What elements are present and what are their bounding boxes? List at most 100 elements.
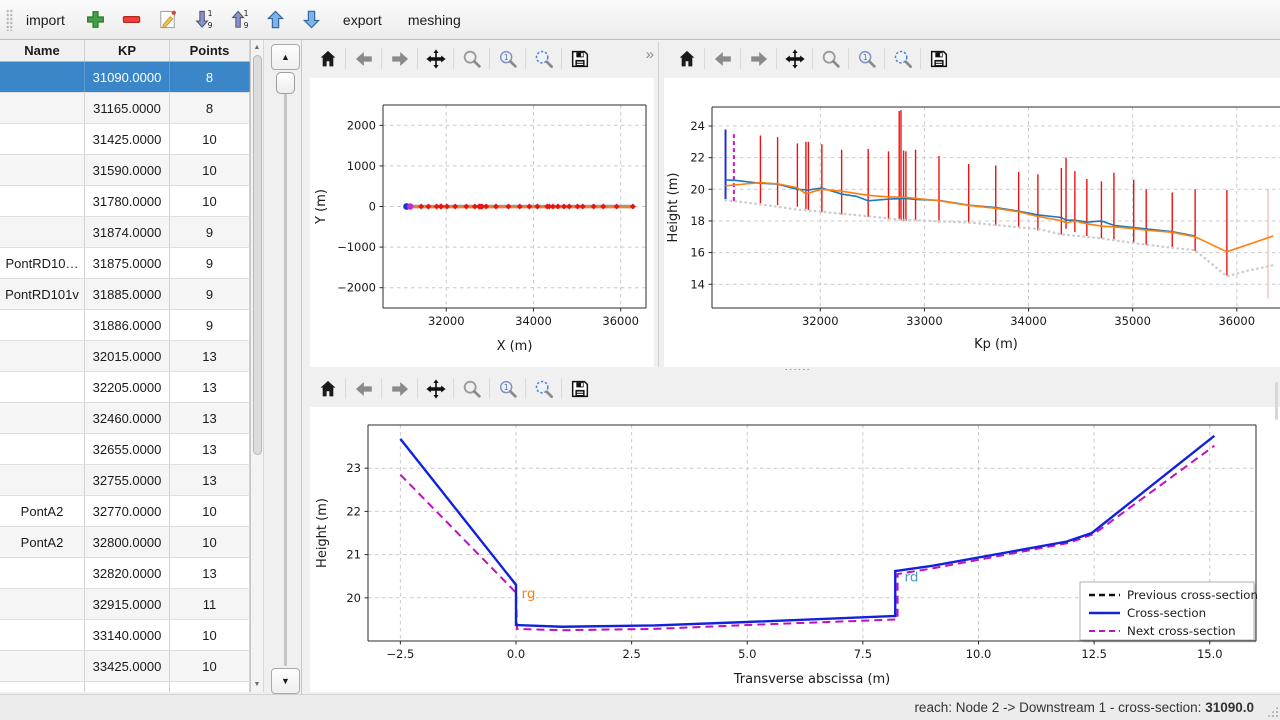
toolbar-drag-handle[interactable] bbox=[6, 9, 13, 31]
y-axis-label: Height (m) bbox=[315, 498, 330, 568]
remove-button[interactable] bbox=[120, 8, 144, 32]
table-row[interactable]: 32205.000013 bbox=[0, 372, 250, 403]
table-row[interactable]: 33685.000010 bbox=[0, 682, 250, 692]
table-row[interactable]: 31886.00009 bbox=[0, 310, 250, 341]
y-tick-label: 22 bbox=[346, 504, 361, 518]
right-edge-scrollbar[interactable] bbox=[1275, 382, 1278, 420]
mpl-zoom-sel-button[interactable]: 1 bbox=[853, 45, 880, 73]
mpl-back-button[interactable] bbox=[350, 45, 377, 73]
zoom-sel-icon: 1 bbox=[856, 48, 878, 70]
mpl-zoom-button[interactable] bbox=[458, 375, 485, 403]
table-scrollbar[interactable]: ▲ ▼ bbox=[251, 40, 264, 692]
table-row[interactable]: 32015.000013 bbox=[0, 341, 250, 372]
zoom-icon bbox=[820, 48, 842, 70]
mpl-pan-button[interactable] bbox=[422, 375, 449, 403]
column-header-name[interactable]: Name bbox=[0, 40, 85, 61]
mpl-zoom-sel-button[interactable]: 1 bbox=[494, 375, 521, 403]
toolbar-separator bbox=[561, 378, 562, 399]
scrollbar-up-icon[interactable]: ▲ bbox=[251, 41, 263, 54]
table-row[interactable]: PontRD10…31875.00009 bbox=[0, 248, 250, 279]
table-row[interactable]: 32655.000013 bbox=[0, 434, 250, 465]
mpl-zoom-auto-button[interactable] bbox=[530, 45, 557, 73]
table-row[interactable]: 31165.00008 bbox=[0, 93, 250, 124]
mpl-zoom-button[interactable] bbox=[458, 45, 485, 73]
table-row[interactable]: 31590.000010 bbox=[0, 155, 250, 186]
mpl-zoom-button[interactable] bbox=[817, 45, 844, 73]
plan-view-canvas[interactable]: 320003400036000−2000−1000010002000X (m)Y… bbox=[310, 78, 654, 368]
meshing-button[interactable]: meshing bbox=[401, 8, 468, 32]
edit-icon bbox=[156, 8, 179, 31]
add-button[interactable] bbox=[84, 8, 108, 32]
mpl-zoom-auto-button[interactable] bbox=[889, 45, 916, 73]
section-previous-button[interactable]: ▲ bbox=[271, 44, 300, 70]
horizontal-splitter[interactable] bbox=[302, 367, 1280, 371]
column-header-points[interactable]: Points bbox=[170, 40, 250, 61]
mpl-back-button[interactable] bbox=[350, 375, 377, 403]
table-row[interactable]: 32755.000013 bbox=[0, 465, 250, 496]
cell-kp: 33685.0000 bbox=[85, 682, 170, 692]
y-tick-label: −1000 bbox=[337, 240, 376, 254]
cell-kp: 32800.0000 bbox=[85, 527, 170, 557]
mpl-zoom-auto-button[interactable] bbox=[530, 375, 557, 403]
edit-button[interactable] bbox=[156, 8, 180, 32]
cell-kp: 31874.0000 bbox=[85, 217, 170, 247]
cell-name bbox=[0, 372, 85, 402]
table-row[interactable]: 32915.000011 bbox=[0, 589, 250, 620]
cross-section-canvas[interactable]: rgrd−2.50.02.55.07.510.012.515.020212223… bbox=[310, 407, 1280, 692]
column-header-kp[interactable]: KP bbox=[85, 40, 170, 61]
toolbar-overflow-button[interactable]: » bbox=[646, 46, 654, 63]
longitudinal-canvas[interactable]: 3200033000340003500036000141618202224Kp … bbox=[664, 78, 1280, 368]
import-button[interactable]: import bbox=[19, 8, 72, 32]
cell-points: 9 bbox=[170, 248, 250, 278]
mpl-home-button[interactable] bbox=[314, 45, 341, 73]
move-down-button[interactable] bbox=[300, 8, 324, 32]
scrollbar-down-icon[interactable]: ▼ bbox=[251, 678, 263, 691]
sort-desc-button[interactable]: 19 bbox=[192, 8, 216, 32]
mpl-forward-button[interactable] bbox=[745, 45, 772, 73]
cell-kp: 31590.0000 bbox=[85, 155, 170, 185]
table-row[interactable]: 31090.00008 bbox=[0, 62, 250, 93]
export-button[interactable]: export bbox=[336, 8, 389, 32]
table-row[interactable]: 33425.000010 bbox=[0, 651, 250, 682]
move-up-button[interactable] bbox=[264, 8, 288, 32]
x-tick-label: 33000 bbox=[906, 314, 943, 328]
table-row[interactable]: 31425.000010 bbox=[0, 124, 250, 155]
x-tick-label: 5.0 bbox=[738, 647, 756, 661]
mpl-home-button[interactable] bbox=[673, 45, 700, 73]
cell-name: PontA2 bbox=[0, 527, 85, 557]
section-slider-handle[interactable] bbox=[276, 72, 295, 94]
mpl-toolbar-cross: 1 bbox=[302, 371, 1280, 406]
mpl-back-button[interactable] bbox=[709, 45, 736, 73]
table-row[interactable]: PontA232800.000010 bbox=[0, 527, 250, 558]
mpl-forward-button[interactable] bbox=[386, 45, 413, 73]
cell-name bbox=[0, 341, 85, 371]
table-row[interactable]: 32820.000013 bbox=[0, 558, 250, 589]
save-icon bbox=[569, 378, 591, 400]
cell-points: 11 bbox=[170, 589, 250, 619]
table-row[interactable]: 33140.000010 bbox=[0, 620, 250, 651]
table-row[interactable]: 32460.000013 bbox=[0, 403, 250, 434]
table-scrollbar-thumb[interactable] bbox=[253, 55, 262, 455]
mpl-zoom-sel-button[interactable]: 1 bbox=[494, 45, 521, 73]
mpl-home-button[interactable] bbox=[314, 375, 341, 403]
mpl-forward-button[interactable] bbox=[386, 375, 413, 403]
mpl-save-button[interactable] bbox=[566, 375, 593, 403]
table-row[interactable]: 31874.00009 bbox=[0, 217, 250, 248]
section-next-button[interactable]: ▼ bbox=[271, 668, 300, 694]
mpl-save-button[interactable] bbox=[925, 45, 952, 73]
mpl-save-button[interactable] bbox=[566, 45, 593, 73]
x-tick-label: 10.0 bbox=[966, 647, 992, 661]
home-icon bbox=[317, 378, 339, 400]
section-slider-track[interactable] bbox=[284, 74, 287, 666]
table-row[interactable]: PontRD101v31885.00009 bbox=[0, 279, 250, 310]
cell-kp: 31886.0000 bbox=[85, 310, 170, 340]
sort-asc-button[interactable]: 19 bbox=[228, 8, 252, 32]
table-row[interactable]: 31780.000010 bbox=[0, 186, 250, 217]
table-row[interactable]: PontA232770.000010 bbox=[0, 496, 250, 527]
cell-kp: 32655.0000 bbox=[85, 434, 170, 464]
x-axis-label: X (m) bbox=[497, 339, 533, 354]
cell-points: 9 bbox=[170, 217, 250, 247]
mpl-pan-button[interactable] bbox=[422, 45, 449, 73]
mpl-pan-button[interactable] bbox=[781, 45, 808, 73]
y-tick-label: 23 bbox=[346, 461, 361, 475]
